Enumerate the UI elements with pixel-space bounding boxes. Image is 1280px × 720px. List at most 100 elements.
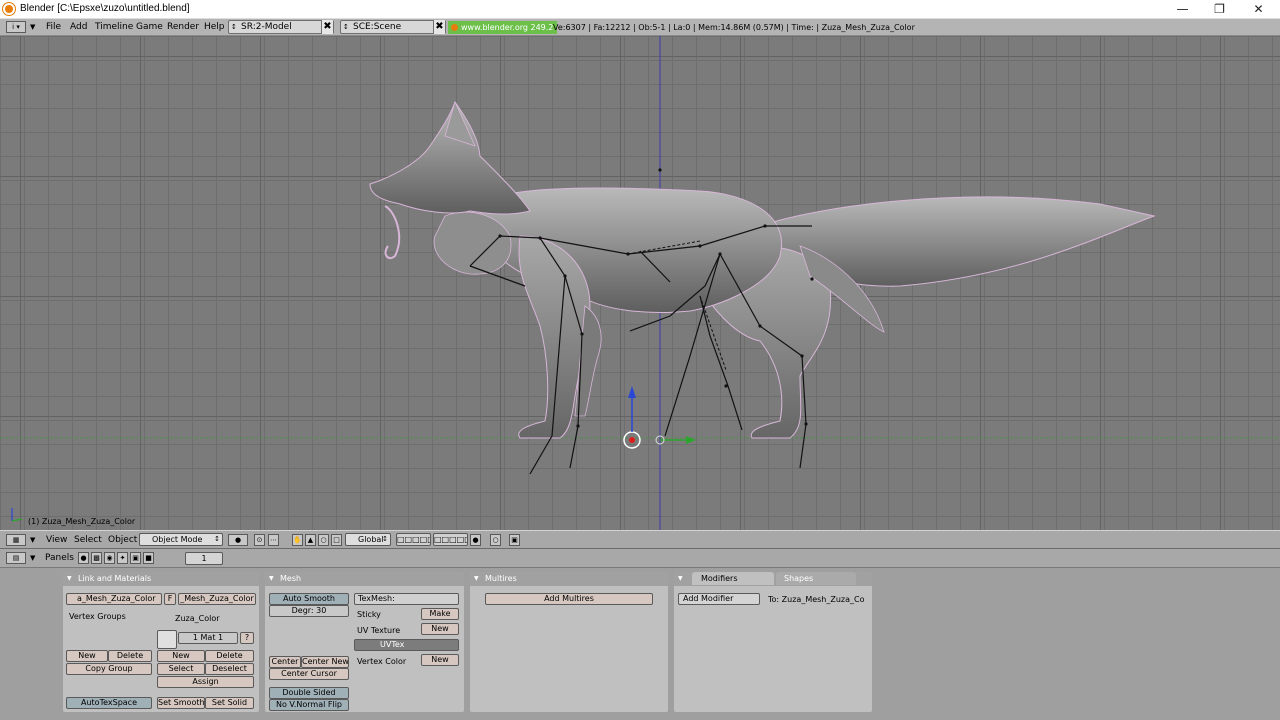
uv-texture-new-button[interactable]: New <box>421 623 459 635</box>
fox-model-scene <box>0 36 1280 530</box>
menu-game[interactable]: Game <box>136 21 163 34</box>
tab-modifiers[interactable]: Modifiers <box>692 572 774 585</box>
screen-selector[interactable]: ↕ SR:2-Model ✖ <box>228 20 334 34</box>
z-arrow-head <box>628 386 636 398</box>
blender-logo-icon <box>3 3 15 15</box>
auto-smooth-toggle[interactable]: Auto Smooth <box>269 593 349 605</box>
panels-label: Panels <box>45 553 74 563</box>
vgroup-delete-button[interactable]: Delete <box>108 650 152 662</box>
add-multires-button[interactable]: Add Multires <box>485 593 653 605</box>
logic-context-icon[interactable]: ● <box>78 552 89 564</box>
snap-icon[interactable]: ⋯ <box>268 534 279 546</box>
mode-selector[interactable]: Object Mode <box>139 533 223 546</box>
ogl-render-icon[interactable]: ○ <box>490 534 501 546</box>
screen-delete-icon[interactable]: ✖ <box>321 20 333 34</box>
autotexspace-toggle[interactable]: AutoTexSpace <box>66 697 152 709</box>
window-title: Blender [C:\Epsxe\zuzo\untitled.blend] <box>20 3 190 14</box>
fake-user-button[interactable]: F <box>164 593 176 605</box>
vertex-groups-label: Vertex Groups <box>69 612 126 621</box>
double-sided-toggle[interactable]: Double Sided <box>269 687 349 699</box>
material-delete-button[interactable]: Delete <box>205 650 254 662</box>
no-v-normal-flip-toggle[interactable]: No V.Normal Flip <box>269 699 349 711</box>
center-button[interactable]: Center <box>269 656 301 668</box>
lock-icon[interactable]: ● <box>470 534 481 546</box>
menu-file[interactable]: File <box>46 21 61 34</box>
frame-value: 1 <box>201 554 207 563</box>
uvtex-layer[interactable]: UVTex <box>354 639 459 651</box>
collapse-view-menu-icon[interactable]: ▼ <box>30 534 35 547</box>
panel-link-materials: Link and Materials a_Mesh_Zuza_Color F _… <box>63 572 259 712</box>
fox-tongue <box>384 205 401 260</box>
vertex-color-label: Vertex Color <box>357 657 407 666</box>
rotate-icon[interactable]: ○ <box>318 534 329 546</box>
blender-url-link[interactable]: www.blender.org 249.2 <box>448 21 558 34</box>
menu-render[interactable]: Render <box>167 21 199 34</box>
orientation-selector[interactable]: Global <box>345 533 391 546</box>
draw-type-icon[interactable]: ● <box>228 534 248 546</box>
window-titlebar: Blender [C:\Epsxe\zuzo\untitled.blend] —… <box>0 0 1280 19</box>
info-header: i ▾ ▼ File Add Timeline Game Render Help… <box>0 19 1280 36</box>
buttons-header: ▤ ▼ Panels ● ▩ ◉ ✦ ▣ ■ 1 <box>0 549 1280 568</box>
screen-name: SR:2-Model <box>241 22 292 32</box>
material-new-button[interactable]: New <box>157 650 205 662</box>
layers-row-a[interactable]: □□□□□ <box>396 533 431 546</box>
scene-context-icon[interactable]: ■ <box>143 552 154 564</box>
pivot-icon[interactable]: ⊙ <box>254 534 265 546</box>
material-index-field[interactable]: 1 Mat 1 <box>178 632 238 644</box>
screen-arrow-icon: ↕ <box>231 23 237 31</box>
close-icon[interactable]: ✕ <box>1236 0 1280 19</box>
set-solid-button[interactable]: Set Solid <box>205 697 254 709</box>
material-select-button[interactable]: Select <box>157 663 205 675</box>
material-help-button[interactable]: ? <box>240 632 254 644</box>
3d-cursor-center <box>629 437 635 443</box>
smooth-degree-field[interactable]: Degr: 30 <box>269 605 349 617</box>
scene-name: SCE:Scene <box>353 22 402 32</box>
texmesh-field[interactable]: TexMesh: <box>354 593 459 605</box>
scene-arrow-icon: ↕ <box>343 23 349 31</box>
add-modifier-button[interactable]: Add Modifier <box>678 593 760 605</box>
window-type-info-icon[interactable]: i ▾ <box>6 21 26 33</box>
menu-add[interactable]: Add <box>70 21 87 34</box>
collapse-menu-icon[interactable]: ▼ <box>30 21 35 34</box>
translate-icon[interactable]: ▲ <box>305 534 316 546</box>
sticky-make-button[interactable]: Make <box>421 608 459 620</box>
panel-multires-title[interactable]: Multires <box>470 572 668 586</box>
window-type-3dview-icon[interactable]: ▦ <box>6 534 26 546</box>
copy-group-button[interactable]: Copy Group <box>66 663 152 675</box>
shading-context-icon[interactable]: ◉ <box>104 552 115 564</box>
frame-field[interactable]: 1 <box>185 552 223 565</box>
y-arrow-head <box>686 436 696 444</box>
panel-mesh: Mesh Auto Smooth Degr: 30 TexMesh: Stick… <box>265 572 464 712</box>
object-name-field[interactable]: _Mesh_Zuza_Color <box>178 593 256 605</box>
window-type-buttons-icon[interactable]: ▤ <box>6 552 26 564</box>
script-context-icon[interactable]: ▩ <box>91 552 102 564</box>
center-new-button[interactable]: Center New <box>301 656 349 668</box>
vertex-color-new-button[interactable]: New <box>421 654 459 666</box>
menu-view[interactable]: View <box>46 534 67 547</box>
menu-timeline[interactable]: Timeline <box>95 21 133 34</box>
sticky-label: Sticky <box>357 610 381 619</box>
center-cursor-button[interactable]: Center Cursor <box>269 668 349 680</box>
set-smooth-button[interactable]: Set Smooth <box>157 697 205 709</box>
material-assign-button[interactable]: Assign <box>157 676 254 688</box>
manipulator-hand-icon[interactable]: ✋ <box>292 534 303 546</box>
menu-object[interactable]: Object <box>108 534 137 547</box>
tab-shapes[interactable]: Shapes <box>776 572 856 585</box>
layers-row-b[interactable]: □□□□□ <box>433 533 468 546</box>
panel-mesh-title[interactable]: Mesh <box>265 572 464 586</box>
scale-icon[interactable]: □ <box>331 534 342 546</box>
material-deselect-button[interactable]: Deselect <box>205 663 254 675</box>
menu-help[interactable]: Help <box>204 21 225 34</box>
mesh-name-field[interactable]: a_Mesh_Zuza_Color <box>66 593 162 605</box>
vgroup-new-button[interactable]: New <box>66 650 108 662</box>
editing-context-icon[interactable]: ▣ <box>130 552 141 564</box>
render-preview-icon[interactable]: ▣ <box>509 534 520 546</box>
3d-viewport[interactable]: (1) Zuza_Mesh_Zuza_Color <box>0 36 1280 530</box>
collapse-buttons-menu-icon[interactable]: ▼ <box>30 552 35 565</box>
scene-delete-icon[interactable]: ✖ <box>433 20 445 34</box>
material-color-swatch[interactable] <box>157 630 177 649</box>
panel-link-materials-title[interactable]: Link and Materials <box>63 572 259 586</box>
object-context-icon[interactable]: ✦ <box>117 552 128 564</box>
menu-select[interactable]: Select <box>74 534 102 547</box>
scene-selector[interactable]: ↕ SCE:Scene ✖ <box>340 20 446 34</box>
